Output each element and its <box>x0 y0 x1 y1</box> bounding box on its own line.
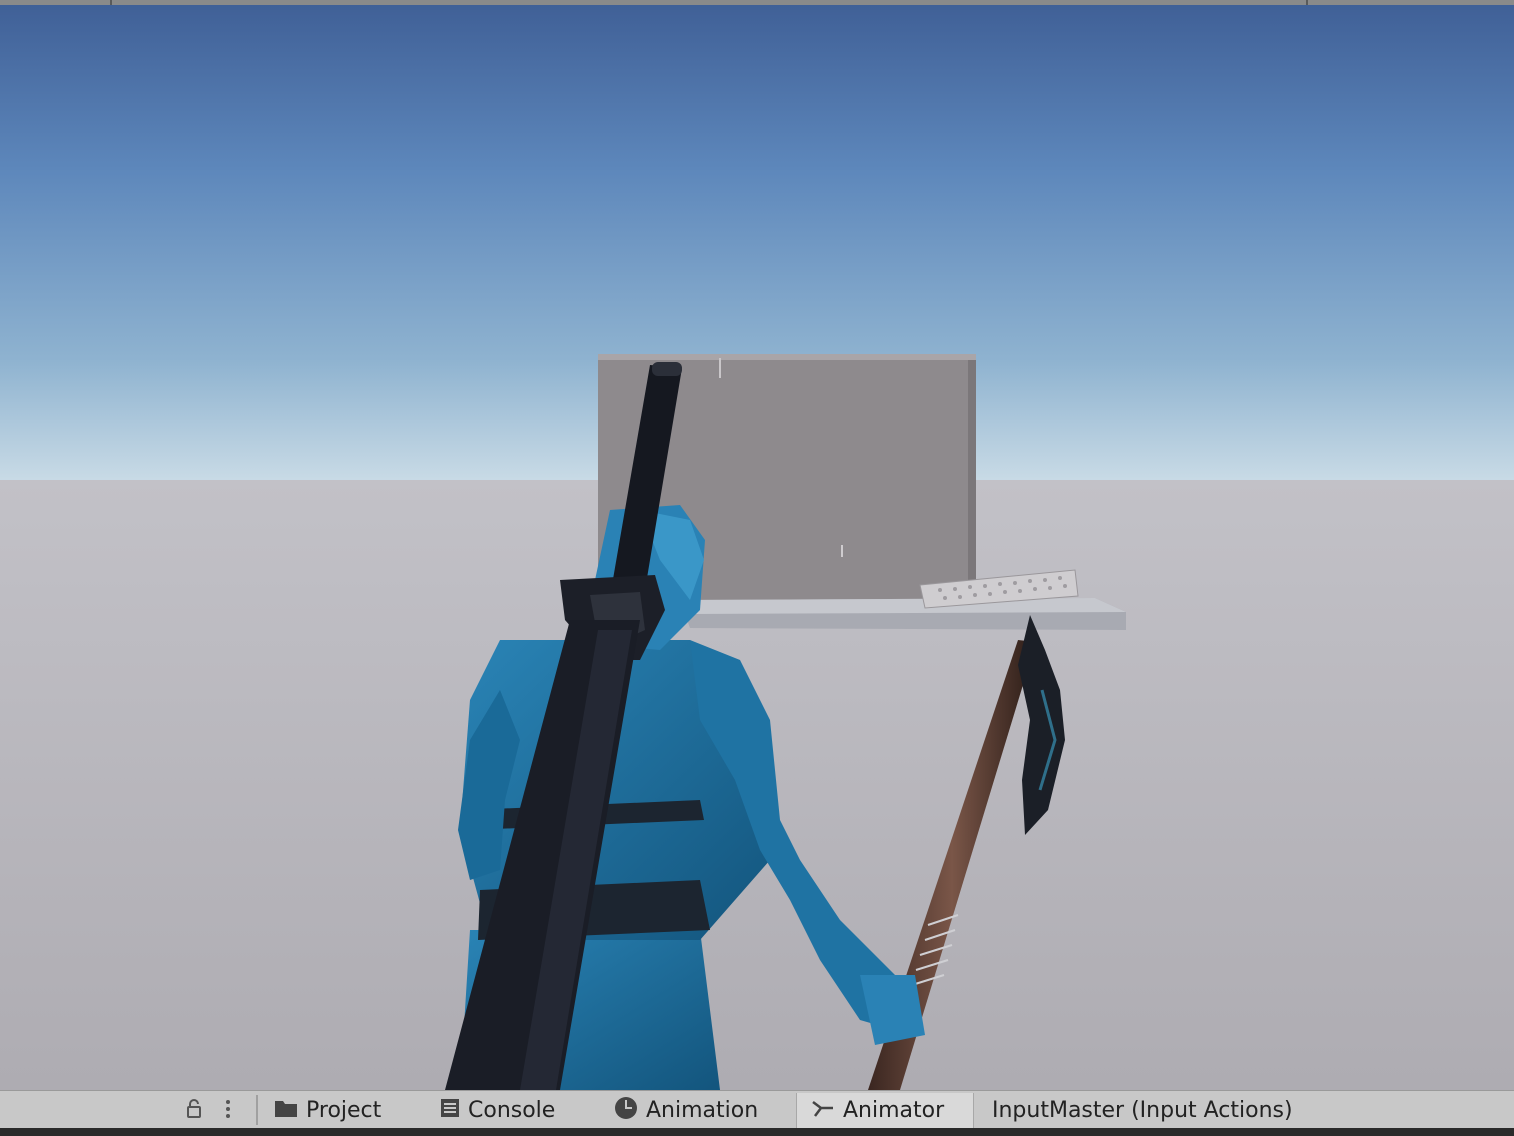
window-bottom-edge <box>0 1128 1514 1136</box>
game-scene <box>0 0 1514 1090</box>
folder-icon <box>274 1098 298 1124</box>
lock-icon[interactable] <box>180 1097 208 1121</box>
vertical-ellipsis-icon[interactable] <box>216 1097 240 1121</box>
document-title-label: InputMaster (Input Actions) <box>992 1098 1293 1123</box>
console-list-icon <box>440 1098 460 1124</box>
clock-icon <box>614 1096 638 1126</box>
tab-divider <box>256 1095 258 1125</box>
tab-label: Animation <box>646 1098 759 1123</box>
bottom-tab-bar: Project Console Animation Animator Input… <box>0 1090 1514 1128</box>
tab-project[interactable]: Project <box>274 1093 381 1128</box>
animator-graph-icon <box>811 1098 835 1124</box>
tab-label: Console <box>468 1098 556 1123</box>
tab-label: Animator <box>843 1098 945 1123</box>
scene-viewport[interactable] <box>0 0 1514 1090</box>
top-panel-edge <box>0 0 1514 5</box>
tab-console[interactable]: Console <box>440 1093 555 1128</box>
document-title[interactable]: InputMaster (Input Actions) <box>992 1093 1293 1128</box>
tab-animator[interactable]: Animator <box>796 1093 974 1128</box>
tab-label: Project <box>306 1098 382 1123</box>
tab-animation[interactable]: Animation <box>614 1093 758 1128</box>
